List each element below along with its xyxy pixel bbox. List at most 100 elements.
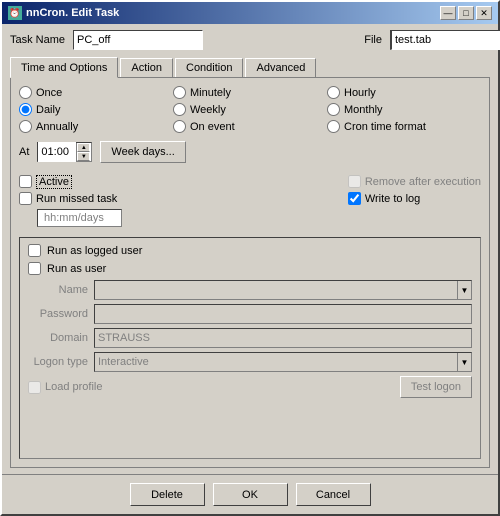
- at-row: At ▲ ▼ Week days...: [19, 141, 481, 163]
- delete-button[interactable]: Delete: [130, 483, 205, 506]
- time-input-box: ▲ ▼: [37, 142, 92, 162]
- password-field-row: Password: [28, 304, 472, 324]
- tab-content: Once Daily Annually Minutely: [10, 77, 490, 468]
- write-to-log-row: Write to log: [348, 192, 481, 205]
- file-combobox[interactable]: ▼: [390, 30, 490, 50]
- write-to-log-checkbox[interactable]: [348, 192, 361, 205]
- run-missed-checkbox[interactable]: [19, 192, 32, 205]
- run-missed-row: Run missed task: [19, 192, 122, 205]
- radio-cron[interactable]: [327, 120, 340, 133]
- cancel-button[interactable]: Cancel: [296, 483, 371, 506]
- user-section: Run as logged user Run as user Name ▼ Pa…: [19, 237, 481, 459]
- radio-on-event-row: On event: [173, 120, 327, 133]
- run-missed-label: Run missed task: [36, 193, 117, 205]
- name-field: ▼: [94, 280, 472, 300]
- run-as-logged-label: Run as logged user: [47, 245, 142, 257]
- radio-annually-row: Annually: [19, 120, 173, 133]
- radio-daily-label: Daily: [36, 104, 60, 116]
- domain-label: Domain: [28, 332, 88, 344]
- title-bar: ⏰ nnCron. Edit Task — □ ✕: [2, 2, 498, 24]
- hhmm-days-field: hh:mm/days: [37, 209, 122, 227]
- run-as-logged-row: Run as logged user: [28, 244, 472, 257]
- remove-after-label: Remove after execution: [365, 176, 481, 188]
- right-checks: Remove after execution Write to log: [348, 175, 481, 227]
- radio-monthly-label: Monthly: [344, 104, 383, 116]
- radio-once-label: Once: [36, 87, 62, 99]
- minimize-button[interactable]: —: [440, 6, 456, 20]
- tab-time-options[interactable]: Time and Options: [10, 57, 118, 78]
- run-as-user-row: Run as user: [28, 262, 472, 275]
- window-title: nnCron. Edit Task: [26, 7, 119, 19]
- close-button[interactable]: ✕: [476, 6, 492, 20]
- left-checks: Active Run missed task hh:mm/days: [19, 175, 122, 227]
- radio-hourly[interactable]: [327, 86, 340, 99]
- week-days-button[interactable]: Week days...: [100, 141, 185, 163]
- radio-once-row: Once: [19, 86, 173, 99]
- radio-annually-label: Annually: [36, 121, 78, 133]
- ok-button[interactable]: OK: [213, 483, 288, 506]
- radio-minutely-label: Minutely: [190, 87, 231, 99]
- task-name-input[interactable]: [73, 30, 203, 50]
- time-up-btn[interactable]: ▲: [77, 143, 90, 152]
- radio-once[interactable]: [19, 86, 32, 99]
- schedule-radio-group: Once Daily Annually Minutely: [19, 86, 481, 133]
- test-logon-button[interactable]: Test logon: [400, 376, 472, 398]
- run-as-user-label: Run as user: [47, 263, 106, 275]
- file-label: File: [364, 34, 382, 46]
- remove-after-row: Remove after execution: [348, 175, 481, 188]
- active-checkbox[interactable]: [19, 175, 32, 188]
- run-as-user-checkbox[interactable]: [28, 262, 41, 275]
- maximize-button[interactable]: □: [458, 6, 474, 20]
- logon-type-row: Logon type Interactive ▼: [28, 352, 472, 372]
- radio-weekly-row: Weekly: [173, 103, 327, 116]
- password-label: Password: [28, 308, 88, 320]
- domain-field-row: Domain STRAUSS: [28, 328, 472, 348]
- radio-annually[interactable]: [19, 120, 32, 133]
- time-spinner: ▲ ▼: [76, 143, 90, 161]
- active-label: Active: [36, 176, 72, 188]
- radio-monthly-row: Monthly: [327, 103, 481, 116]
- app-icon: ⏰: [8, 6, 22, 20]
- domain-field: STRAUSS: [94, 328, 472, 348]
- radio-on-event[interactable]: [173, 120, 186, 133]
- logon-type-label: Logon type: [28, 356, 88, 368]
- radio-cron-label: Cron time format: [344, 121, 426, 133]
- load-profile-row: Load profile Test logon: [28, 376, 472, 398]
- name-field-row: Name ▼: [28, 280, 472, 300]
- bottom-bar: Delete OK Cancel: [2, 474, 498, 514]
- radio-monthly[interactable]: [327, 103, 340, 116]
- radio-cron-row: Cron time format: [327, 120, 481, 133]
- hhmm-days-row: hh:mm/days: [37, 209, 122, 227]
- time-down-btn[interactable]: ▼: [77, 152, 90, 161]
- logon-type-arrow[interactable]: ▼: [457, 353, 471, 371]
- radio-weekly-label: Weekly: [190, 104, 226, 116]
- tab-bar: Time and Options Action Condition Advanc…: [10, 56, 490, 77]
- name-dropdown-arrow[interactable]: ▼: [457, 281, 471, 299]
- logon-type-field: Interactive ▼: [94, 352, 472, 372]
- load-profile-checkbox[interactable]: [28, 381, 41, 394]
- window-controls: — □ ✕: [440, 6, 492, 20]
- radio-hourly-row: Hourly: [327, 86, 481, 99]
- radio-hourly-label: Hourly: [344, 87, 376, 99]
- radio-daily[interactable]: [19, 103, 32, 116]
- time-field[interactable]: [38, 142, 76, 162]
- radio-minutely[interactable]: [173, 86, 186, 99]
- radio-daily-row: Daily: [19, 103, 173, 116]
- name-label: Name: [28, 284, 88, 296]
- write-to-log-label: Write to log: [365, 193, 420, 205]
- radio-minutely-row: Minutely: [173, 86, 327, 99]
- options-section: Active Run missed task hh:mm/days: [19, 175, 481, 227]
- radio-on-event-label: On event: [190, 121, 235, 133]
- main-window: ⏰ nnCron. Edit Task — □ ✕ Task Name File…: [0, 0, 500, 516]
- load-profile-label: Load profile: [45, 381, 103, 393]
- tab-condition[interactable]: Condition: [175, 58, 243, 78]
- radio-weekly[interactable]: [173, 103, 186, 116]
- at-label: At: [19, 146, 29, 158]
- remove-after-checkbox[interactable]: [348, 175, 361, 188]
- tab-action[interactable]: Action: [120, 58, 173, 78]
- run-as-logged-checkbox[interactable]: [28, 244, 41, 257]
- password-field[interactable]: [94, 304, 472, 324]
- active-check-row: Active: [19, 175, 122, 188]
- file-input[interactable]: [391, 30, 500, 50]
- tab-advanced[interactable]: Advanced: [245, 58, 316, 78]
